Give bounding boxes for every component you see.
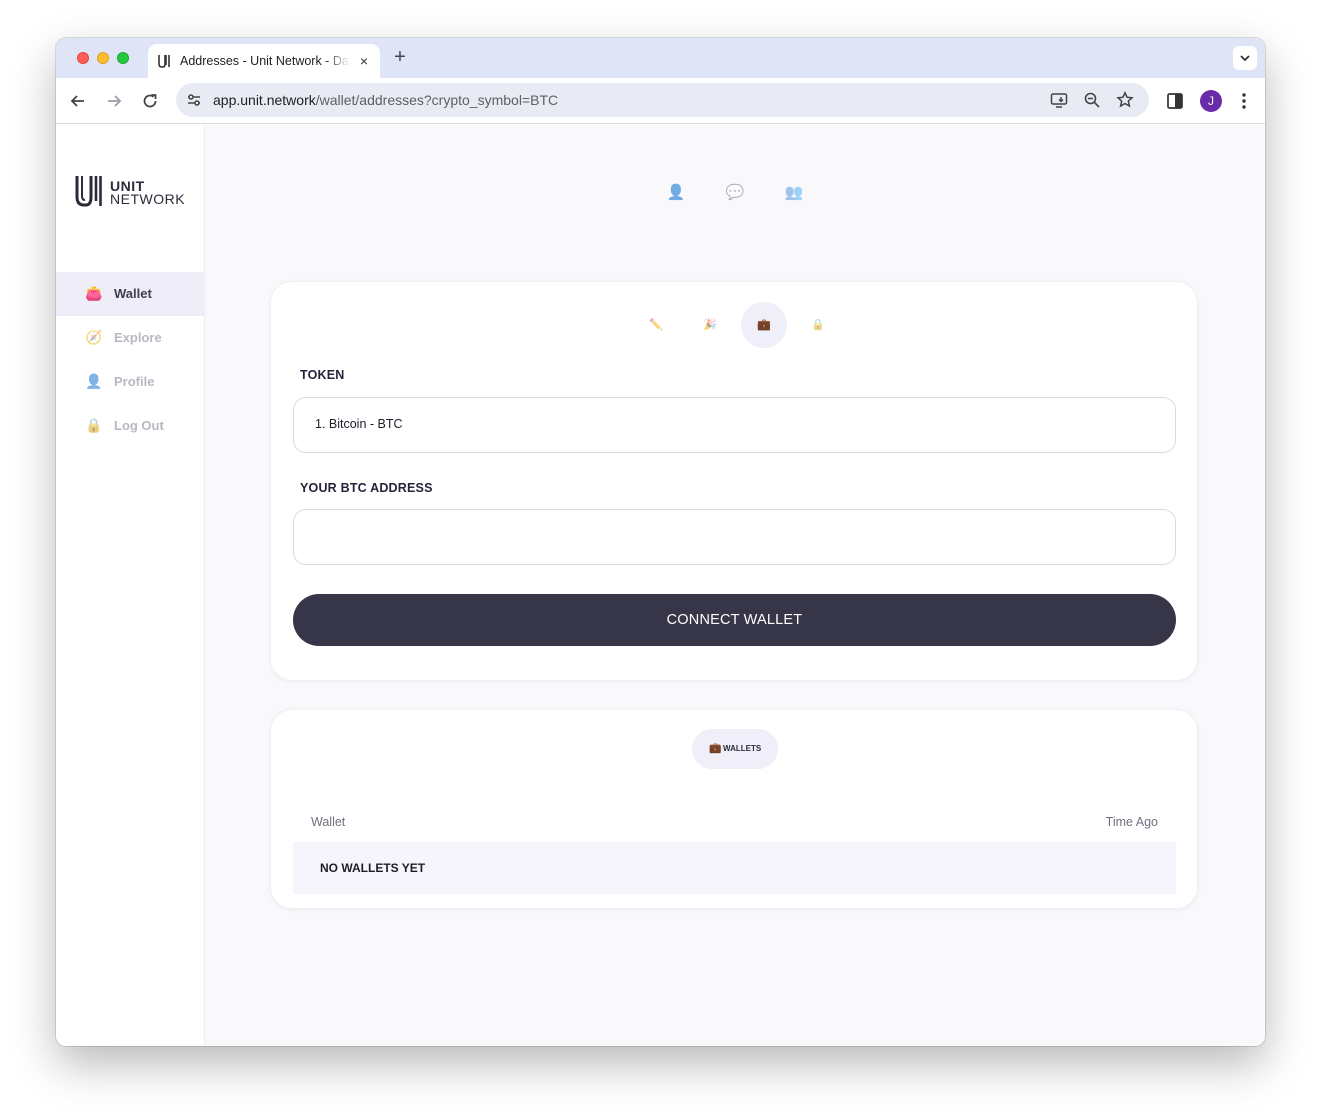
tab-title: Addresses - Unit Network - Dashboard [180, 54, 350, 68]
table-row: NO WALLETS YET [293, 842, 1176, 894]
person-icon: 👤 [85, 373, 103, 389]
sidebar-item-label: Explore [114, 330, 162, 345]
tab-search-button[interactable] [1233, 46, 1257, 70]
tab-close-icon[interactable]: × [356, 53, 372, 69]
tab-strip: Addresses - Unit Network - Dashboard × + [56, 38, 1265, 78]
kebab-menu-icon[interactable] [1233, 90, 1255, 112]
token-select[interactable]: 1. Bitcoin - BTC [293, 397, 1176, 453]
briefcase-icon[interactable]: 💼 [741, 302, 787, 348]
side-panel-icon[interactable] [1164, 90, 1186, 112]
column-header-time-ago: Time Ago [1105, 815, 1158, 829]
sidebar-item-label: Wallet [114, 286, 152, 301]
sidebar-item-logout[interactable]: 🔒 Log Out [56, 404, 205, 448]
wallets-pill-label: WALLETS [723, 744, 762, 753]
lock-icon: 🔒 [85, 417, 103, 433]
new-tab-button[interactable]: + [390, 47, 410, 67]
reload-icon[interactable] [139, 90, 161, 112]
speech-bubble-icon[interactable]: 💬 [725, 183, 745, 203]
people-icon[interactable]: 👥 [784, 183, 804, 203]
url-path: /wallet/addresses?crypto_symbol=BTC [315, 92, 559, 108]
pencil-icon[interactable]: ✏️ [633, 302, 679, 348]
btc-address-label: YOUR BTC ADDRESS [300, 481, 433, 495]
sidebar-item-explore[interactable]: 🧭 Explore [56, 316, 205, 360]
forward-arrow-icon[interactable] [103, 90, 125, 112]
browser-tab-active[interactable]: Addresses - Unit Network - Dashboard × [148, 44, 380, 78]
btc-address-field-wrap [293, 509, 1176, 565]
connect-wallet-button[interactable]: CONNECT WALLET [293, 594, 1176, 646]
sidebar: UNIT NETWORK 👛 Wallet 🧭 Explore 👤 Profil… [56, 125, 205, 1046]
column-header-wallet: Wallet [311, 815, 346, 829]
bookmark-star-icon[interactable] [1116, 91, 1134, 109]
zoom-icon[interactable] [1083, 91, 1101, 109]
close-window-button[interactable] [77, 52, 89, 64]
top-navigation-icons: 👤 💬 👥 [664, 183, 808, 203]
url-text: app.unit.network/wallet/addresses?crypto… [213, 92, 558, 108]
step-tabs: ✏️ 🎉 💼 🔒 [633, 302, 833, 348]
unit-network-favicon-icon [158, 55, 170, 68]
party-popper-icon[interactable]: 🎉 [687, 302, 733, 348]
sidebar-item-label: Log Out [114, 418, 164, 433]
maximize-window-button[interactable] [117, 52, 129, 64]
sidebar-item-wallet[interactable]: 👛 Wallet [56, 272, 205, 316]
url-host: app.unit.network [213, 92, 316, 108]
sidebar-item-label: Profile [114, 374, 155, 389]
btc-address-input[interactable] [294, 510, 1175, 564]
lock-icon[interactable]: 🔒 [795, 302, 841, 348]
browser-window: Addresses - Unit Network - Dashboard × + [56, 38, 1265, 1046]
empty-state-message: NO WALLETS YET [320, 861, 426, 875]
logo-text-network: NETWORK [110, 191, 186, 207]
connect-wallet-card: ✏️ 🎉 💼 🔒 TOKEN 1. Bitcoin - BTC YOUR BTC… [270, 281, 1198, 681]
wallet-icon: 👛 [85, 285, 103, 301]
install-app-icon[interactable] [1050, 91, 1068, 109]
minimize-window-button[interactable] [97, 52, 109, 64]
address-bar[interactable]: app.unit.network/wallet/addresses?crypto… [176, 83, 1149, 117]
site-settings-icon[interactable] [186, 92, 202, 108]
chevron-down-icon [1240, 55, 1250, 62]
wallets-card: 💼 WALLETS Wallet Time Ago NO WALLETS YET [270, 709, 1198, 909]
browser-toolbar: app.unit.network/wallet/addresses?crypto… [56, 78, 1265, 124]
profile-avatar[interactable]: J [1200, 90, 1222, 112]
unit-network-logo[interactable]: UNIT NETWORK [75, 175, 187, 209]
compass-icon: 🧭 [85, 329, 103, 345]
wallets-table: Wallet Time Ago NO WALLETS YET [293, 800, 1176, 894]
back-arrow-icon[interactable] [67, 90, 89, 112]
page-content: UNIT NETWORK 👛 Wallet 🧭 Explore 👤 Profil… [56, 125, 1265, 1046]
wallets-tab-pill[interactable]: 💼 WALLETS [692, 729, 778, 769]
person-icon[interactable]: 👤 [666, 183, 686, 203]
unit-logo-mark-icon [75, 176, 102, 207]
briefcase-icon: 💼 [709, 743, 722, 754]
token-select-value: 1. Bitcoin - BTC [315, 417, 403, 431]
sidebar-item-profile[interactable]: 👤 Profile [56, 360, 205, 404]
token-label: TOKEN [300, 368, 345, 382]
